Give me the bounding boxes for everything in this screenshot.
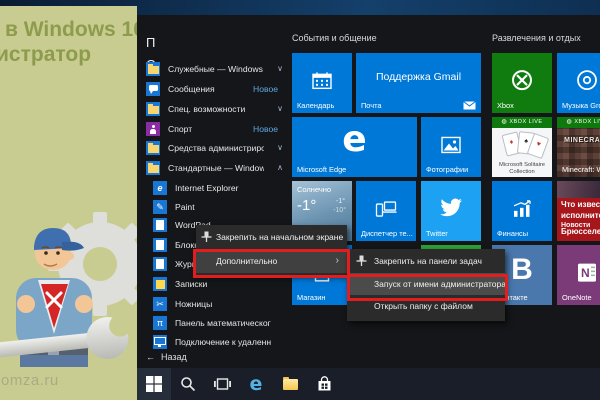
back-button[interactable]: ←Назад (146, 352, 187, 362)
wordpad-icon (153, 218, 167, 232)
minecraft-logo: MINECRAFT (557, 137, 600, 144)
remote-desktop-icon (153, 335, 167, 349)
pin-icon (355, 255, 368, 267)
task-view-icon (214, 377, 231, 391)
envelope-icon (463, 101, 476, 110)
context-submenu: Закрепить на панели задач Запуск от имен… (347, 249, 505, 321)
list-item-folder[interactable]: Средства администрирован... ∨ (146, 140, 288, 156)
photos-icon (441, 136, 461, 153)
tile-group-header: События и общение (292, 33, 377, 43)
new-badge: Новое (253, 121, 278, 137)
folder-icon (146, 141, 160, 155)
chevron-down-icon[interactable]: ∨ (277, 101, 283, 117)
twitter-bird-icon (438, 197, 464, 219)
list-item-app[interactable]: ✂ Ножницы (153, 296, 288, 312)
notepad-icon (153, 238, 167, 252)
tile-calendar[interactable]: Календарь (292, 53, 352, 113)
tile-phone-companion[interactable]: Диспетчер те... (356, 181, 416, 241)
list-item-app[interactable]: Спорт Новое (146, 121, 288, 137)
xbox-logo-icon (510, 68, 534, 92)
tile-edge[interactable]: e Microsoft Edge (292, 117, 417, 177)
list-item-folder[interactable]: Спец. возможности ∨ (146, 101, 288, 117)
devices-icon (376, 201, 397, 217)
list-item-app[interactable]: e Internet Explorer (153, 180, 288, 196)
tile-finance[interactable]: Финансы (492, 181, 552, 241)
chevron-down-icon[interactable]: ∨ (277, 140, 283, 156)
menu-item-pin-to-taskbar[interactable]: Закрепить на панели задач (347, 249, 505, 273)
message-icon (146, 82, 160, 96)
start-button[interactable] (137, 368, 171, 400)
xbox-live-banner: XBOX LIVE (492, 117, 552, 128)
sport-icon (146, 122, 160, 136)
sticky-notes-icon (153, 277, 167, 291)
tile-twitter[interactable]: Twitter (421, 181, 481, 241)
list-item-app[interactable]: π Панель математического ввода (153, 315, 288, 331)
list-item-folder[interactable]: Служебные — Windows ∨ (146, 61, 288, 77)
paint-icon: ✎ (153, 200, 167, 214)
tile-xbox[interactable]: Xbox (492, 53, 552, 113)
list-item-app[interactable]: Сообщения Новое (146, 81, 288, 97)
news-photo (557, 181, 600, 198)
windows-logo-icon (146, 376, 162, 392)
context-menu: Закрепить на начальном экране Дополнител… (196, 225, 347, 275)
list-item-app[interactable]: Записки (153, 276, 288, 292)
menu-item-run-as-admin[interactable]: Запуск от имени администратора (347, 273, 505, 295)
onenote-icon: N (577, 263, 597, 283)
mail-notification: Поддержка Gmail (356, 71, 481, 83)
tile-mail[interactable]: Поддержка Gmail Почта (356, 53, 481, 113)
svg-text:N: N (581, 266, 590, 280)
search-icon (180, 376, 196, 392)
back-arrow-icon: ← (146, 352, 155, 362)
letter-header[interactable]: П (146, 35, 155, 50)
folder-icon (146, 161, 160, 175)
tile-onenote[interactable]: N OneNote (557, 245, 600, 305)
screenshot-root: П С Служебные — Windows ∨ Сообщения Ново… (0, 0, 600, 400)
tile-photos[interactable]: Фотографии (421, 117, 481, 177)
menu-item-pin-to-start[interactable]: Закрепить на начальном экране (196, 225, 347, 249)
xbox-live-banner: XBOX LIVE (557, 117, 600, 128)
taskbar-search-button[interactable] (175, 368, 201, 400)
list-item-app[interactable]: ✎ Paint (153, 199, 288, 215)
pin-icon (200, 231, 213, 243)
store-bag-icon (317, 376, 332, 392)
folder-icon (283, 379, 298, 390)
tile-group-header: Развлечения и отдых (492, 33, 581, 43)
menu-item-open-file-location[interactable]: Открыть папку с файлом (347, 295, 505, 317)
folder-icon (146, 102, 160, 116)
internet-explorer-icon: e (153, 181, 167, 195)
taskbar-edge-button[interactable]: e (243, 368, 269, 400)
repairman-mascot-illustration (0, 206, 137, 396)
taskbar: e (137, 368, 600, 400)
menu-item-more[interactable]: Дополнительно › (196, 249, 347, 273)
new-badge: Новое (253, 81, 278, 97)
calendar-icon (312, 72, 332, 90)
promo-panel: в Windows 10 - истратор (0, 6, 137, 400)
submenu-arrow-icon: › (336, 249, 339, 273)
edge-logo: e (292, 119, 417, 160)
promo-title-line2: истратор (0, 43, 91, 67)
finance-chart-icon (512, 200, 532, 218)
scissors-icon: ✂ (153, 297, 167, 311)
tile-solitaire[interactable]: XBOX LIVE ♦ ♠ ♥ Microsoft Solitaire Coll… (492, 117, 552, 177)
journal-icon (153, 257, 167, 271)
tile-news[interactable]: Что извест исполните Новости Брюсселе (557, 181, 600, 241)
watermark: omza.ru (1, 372, 59, 389)
list-item-app[interactable]: Подключение к удаленному р... (153, 334, 288, 350)
math-input-icon: π (153, 316, 167, 330)
tile-groove-music[interactable]: Музыка Gro (557, 53, 600, 113)
folder-icon (146, 62, 160, 76)
list-item-folder-expanded[interactable]: Стандартные — Windows ∧ (146, 160, 288, 176)
chevron-up-icon[interactable]: ∧ (277, 160, 283, 176)
promo-title-line1: в Windows 10 - (5, 18, 137, 42)
store-button[interactable] (311, 368, 337, 400)
tile-minecraft[interactable]: XBOX LIVE MINECRAFT Minecraft: W (557, 117, 600, 177)
file-explorer-button[interactable] (277, 368, 303, 400)
groove-icon (575, 68, 599, 92)
task-view-button[interactable] (209, 368, 235, 400)
chevron-down-icon[interactable]: ∨ (277, 61, 283, 77)
edge-icon: e (250, 373, 263, 395)
